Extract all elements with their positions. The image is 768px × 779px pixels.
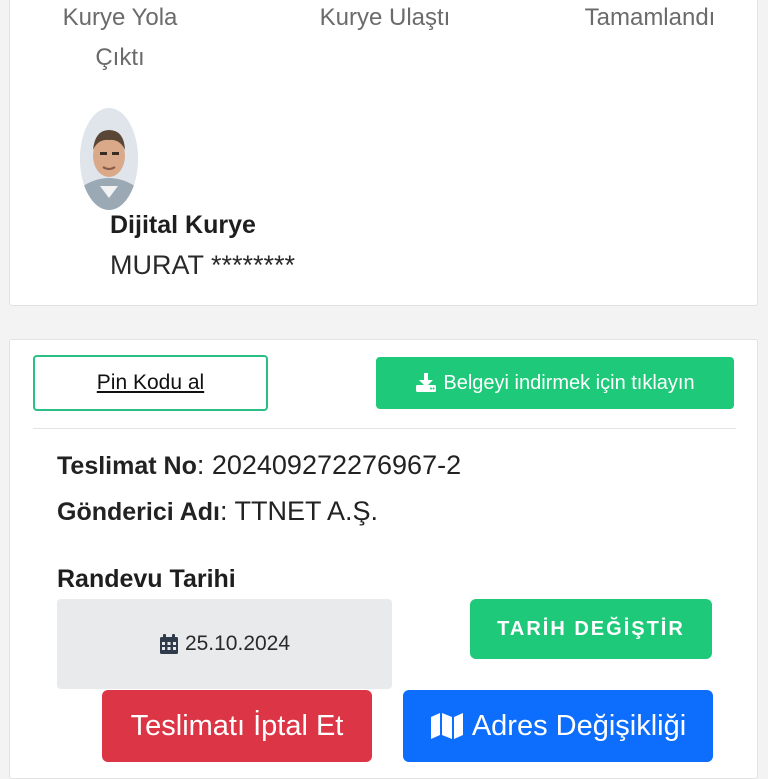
step-courier-on-the-way: Kurye Yola Çıktı xyxy=(62,4,178,71)
download-icon xyxy=(416,373,437,392)
get-pin-code-button[interactable]: Pin Kodu al xyxy=(33,355,268,411)
cancel-delivery-label: Teslimatı İptal Et xyxy=(130,709,344,742)
courier-name: MURAT ******** xyxy=(110,250,296,280)
delivery-number-value: : 202409272276967-2 xyxy=(196,450,462,480)
sender-name-row: Gönderici Adı: TTNET A.Ş. xyxy=(57,496,378,527)
map-icon xyxy=(430,713,463,739)
address-change-label: Adres Değişikliği xyxy=(471,709,687,742)
courier-avatar xyxy=(80,108,138,210)
sender-name-value: : TTNET A.Ş. xyxy=(219,496,379,526)
download-button-label: Belgeyi indirmek için tıklayın xyxy=(443,371,695,394)
step-courier-arrived: Kurye Ulaştı xyxy=(319,4,451,31)
download-document-button[interactable]: Belgeyi indirmek için tıklayın xyxy=(376,357,734,409)
appointment-date-label: Randevu Tarihi xyxy=(57,565,236,593)
change-date-button[interactable]: TARİH DEĞİŞTİR xyxy=(470,599,712,659)
address-change-button[interactable]: Adres Değişikliği xyxy=(403,690,713,762)
courier-role-title: Dijital Kurye xyxy=(110,211,256,239)
cancel-delivery-button[interactable]: Teslimatı İptal Et xyxy=(102,690,372,762)
appointment-date-display: 25.10.2024 xyxy=(57,599,392,689)
appointment-date-value: 25.10.2024 xyxy=(184,632,291,655)
delivery-number-row: Teslimat No: 202409272276967-2 xyxy=(57,450,461,481)
divider xyxy=(33,428,736,429)
pin-button-label: Pin Kodu al xyxy=(96,371,205,394)
delivery-number-label: Teslimat No xyxy=(57,452,197,480)
change-date-label: TARİH DEĞİŞTİR xyxy=(497,617,685,640)
calendar-icon xyxy=(159,633,178,654)
sender-name-label: Gönderici Adı xyxy=(57,498,220,526)
step-completed: Tamamlandı xyxy=(584,4,716,31)
